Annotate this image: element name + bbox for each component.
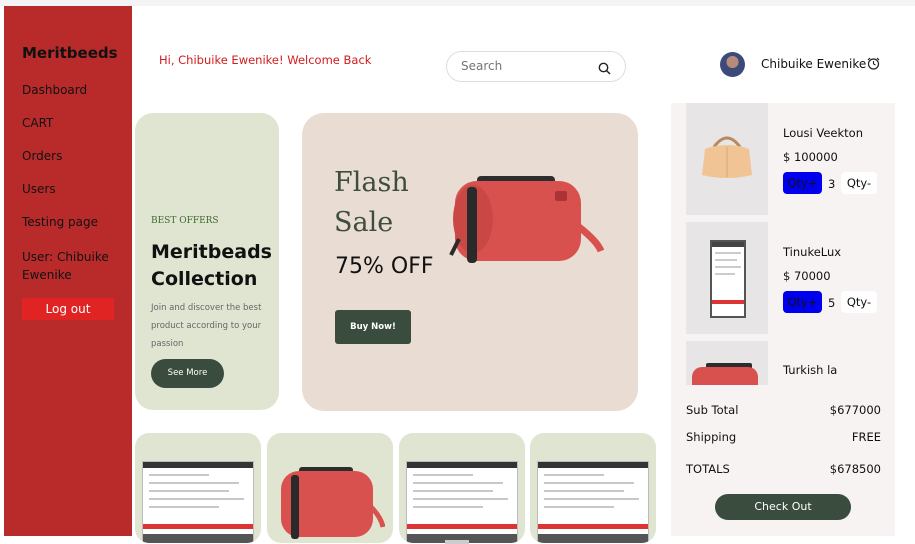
nav-item-cart[interactable]: CART — [22, 116, 53, 130]
red-bag-image — [281, 467, 385, 539]
scroll-indicator — [445, 540, 469, 544]
product-screenshot-image — [537, 461, 649, 543]
nav-item-orders[interactable]: Orders — [22, 149, 62, 163]
nav-item-testing-page[interactable]: Testing page — [22, 215, 98, 229]
totals-label: TOTALS — [686, 462, 730, 476]
product-thumbnail[interactable] — [267, 433, 393, 543]
handbag-image — [702, 136, 752, 178]
red-bag-image — [692, 363, 758, 385]
cart-item-quantity: 5 — [828, 296, 836, 310]
product-thumbnail[interactable] — [399, 433, 525, 543]
flash-discount: 75% OFF — [335, 254, 434, 279]
best-offers-card: BEST OFFERS Meritbeads Collection Join a… — [135, 113, 279, 410]
window-top-edge — [0, 0, 915, 6]
cart-panel: Lousi Veekton $ 100000 Qty+ 3 Qty- Tinuk… — [671, 103, 895, 536]
product-thumbnail[interactable] — [530, 433, 656, 543]
offer-title: Meritbeads Collection — [151, 241, 272, 290]
product-screenshot-image — [406, 461, 518, 543]
totals-value: $678500 — [829, 462, 881, 476]
flash-sale-title: Flash Sale — [334, 167, 409, 238]
subtotal-value: $677000 — [829, 403, 881, 417]
shipping-label: Shipping — [686, 430, 737, 444]
nav-item-user-profile[interactable]: User: Chibuike Ewenike — [22, 248, 122, 284]
subtotal-label: Sub Total — [686, 403, 739, 417]
product-thumbnail[interactable] — [135, 433, 261, 543]
phone-screenshot-image — [710, 240, 746, 318]
qty-increase-button[interactable]: Qty+ — [783, 172, 822, 194]
product-screenshot-image — [142, 461, 254, 543]
cart-item-image — [686, 103, 768, 215]
buy-now-button[interactable]: Buy Now! — [335, 310, 411, 344]
cart-item-quantity: 3 — [828, 177, 836, 191]
qty-decrease-button[interactable]: Qty- — [841, 172, 877, 194]
offer-kicker: BEST OFFERS — [151, 216, 219, 226]
search-input[interactable] — [461, 59, 591, 73]
brand-logo: Meritbeeds — [22, 44, 118, 62]
cart-item-price: $ 100000 — [783, 150, 838, 164]
cart-item-name: TinukeLux — [783, 245, 842, 259]
logout-button[interactable]: Log out — [22, 298, 114, 320]
search-icon[interactable] — [598, 60, 611, 79]
alarm-clock-icon[interactable] — [866, 56, 881, 75]
user-name: Chibuike Ewenike — [761, 57, 867, 71]
cart-item-image — [686, 222, 768, 334]
shipping-value: FREE — [851, 430, 881, 444]
cart-item-price: $ 70000 — [783, 269, 831, 283]
checkout-button[interactable]: Check Out — [715, 494, 851, 520]
nav-item-users[interactable]: Users — [22, 182, 56, 196]
qty-increase-button[interactable]: Qty+ — [783, 291, 822, 313]
cart-item-image — [686, 341, 768, 385]
cart-item-name: Lousi Veekton — [783, 126, 863, 140]
cart-item-name: Turkish la — [783, 363, 838, 377]
user-avatar[interactable] — [720, 52, 745, 77]
flash-sale-card: Flash Sale 75% OFF Buy Now! — [302, 113, 638, 411]
offer-description: Join and discover the best product accor… — [151, 303, 262, 349]
welcome-greeting: Hi, Chibuike Ewenike! Welcome Back — [159, 53, 372, 67]
see-more-button[interactable]: See More — [151, 359, 224, 388]
search-bar — [446, 51, 626, 82]
qty-decrease-button[interactable]: Qty- — [841, 291, 877, 313]
sidebar: Meritbeeds Dashboard CART Orders Users T… — [4, 6, 132, 536]
nav-item-dashboard[interactable]: Dashboard — [22, 83, 87, 97]
red-bag-image — [449, 176, 605, 263]
